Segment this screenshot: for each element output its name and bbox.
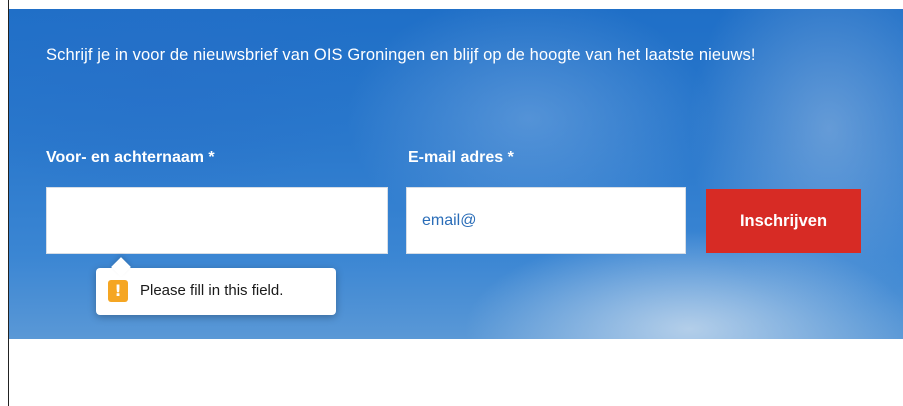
warning-icon: ! [108, 280, 128, 302]
newsletter-intro: Schrijf je in voor de nieuwsbrief van OI… [46, 46, 756, 64]
tooltip-arrow [111, 257, 131, 277]
validation-tooltip: ! Please fill in this field. [96, 257, 336, 315]
name-label: Voor- en achternaam * [46, 149, 215, 166]
subscribe-button[interactable]: Inschrijven [706, 189, 861, 253]
validation-message: Please fill in this field. [140, 282, 284, 299]
email-field[interactable] [406, 187, 686, 254]
newsletter-signup: Schrijf je in voor de nieuwsbrief van OI… [9, 9, 903, 339]
page: Schrijf je in voor de nieuwsbrief van OI… [0, 0, 903, 406]
name-field[interactable] [46, 187, 388, 254]
email-label: E-mail adres * [408, 149, 514, 166]
